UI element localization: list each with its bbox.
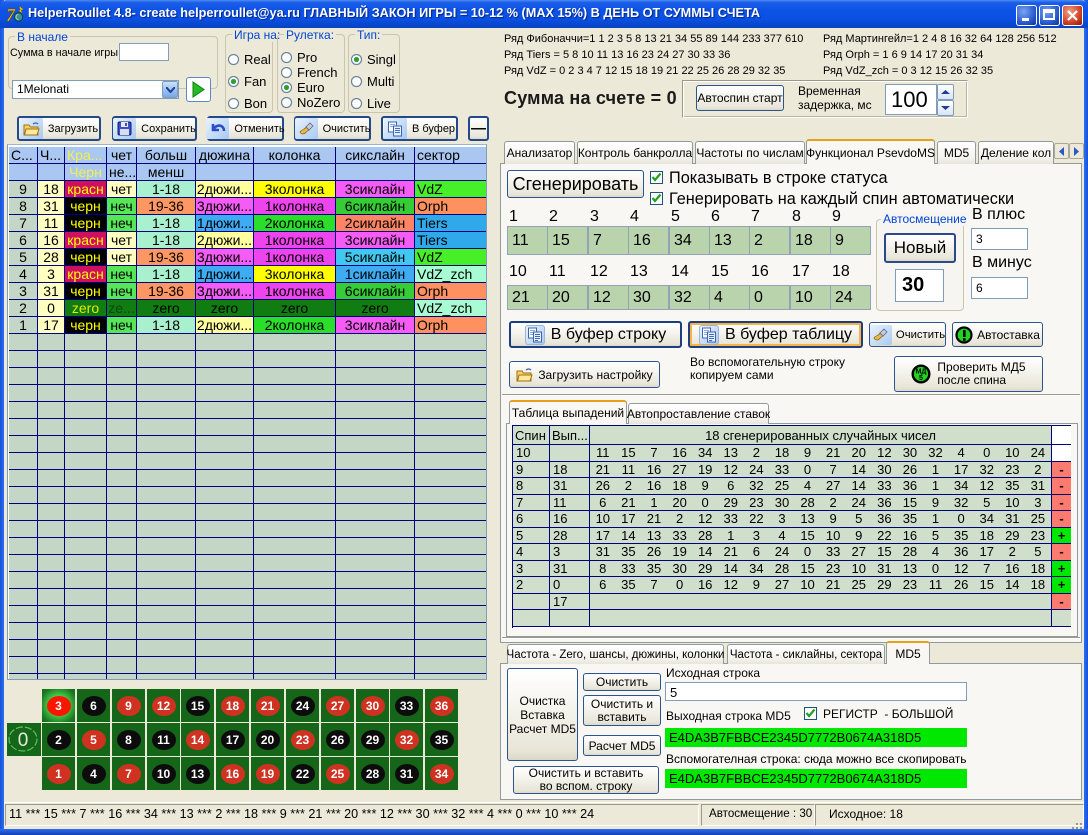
- svg-text:5: 5: [919, 375, 923, 382]
- svg-text:0: 0: [18, 730, 29, 751]
- svg-text:7: 7: [6, 5, 16, 24]
